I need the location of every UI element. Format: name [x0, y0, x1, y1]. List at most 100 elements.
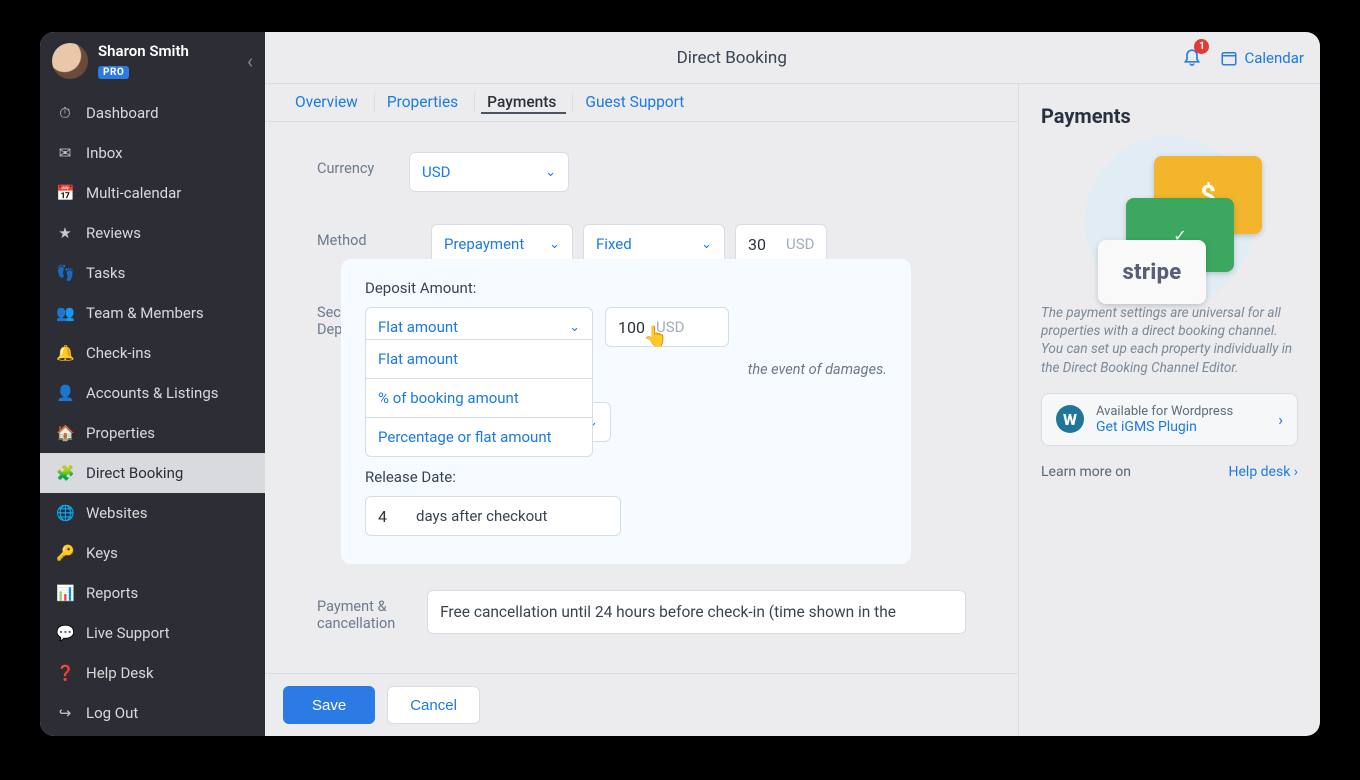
- sidebar-item-label: Keys: [86, 544, 118, 562]
- help-desk-link[interactable]: Help desk ›: [1229, 464, 1298, 480]
- sidebar-item-direct-booking[interactable]: 🧩 Direct Booking: [40, 453, 265, 493]
- wordpress-icon: W: [1056, 405, 1084, 433]
- sidebar-icon: 🔔: [56, 344, 74, 362]
- chevron-down-icon: ⌄: [549, 237, 560, 252]
- form-area: OverviewPropertiesPaymentsGuest Support …: [265, 84, 1018, 736]
- payments-illustration: $ ✓ stripe: [1041, 142, 1298, 292]
- cursor-icon: 👆: [643, 324, 668, 348]
- chevron-down-icon: ⌄: [569, 320, 580, 335]
- sidebar-item-accounts-listings[interactable]: 👤 Accounts & Listings: [40, 373, 265, 413]
- currency-label: Currency: [317, 152, 409, 177]
- sidebar-icon: ⏱: [56, 104, 74, 122]
- app-window: Sharon Smith PRO ‹ ⏱Dashboard✉Inbox📅Mult…: [40, 32, 1320, 736]
- chevron-down-icon: ⌄: [701, 237, 712, 252]
- sidebar-item-label: Accounts & Listings: [86, 384, 219, 402]
- sidebar-item-properties[interactable]: 🏠 Properties: [40, 413, 265, 453]
- sidebar-item-tasks[interactable]: 👣Tasks: [40, 253, 265, 293]
- method-amount-input[interactable]: 30 USD: [735, 224, 827, 264]
- sidebar-icon: 👤: [56, 384, 74, 402]
- sidebar-nav: ⏱Dashboard✉Inbox📅Multi-calendar ★ Reviews 👣…: [40, 93, 265, 733]
- sidebar-icon: 📅: [56, 184, 74, 202]
- method-label: Method: [317, 224, 409, 249]
- sidebar-icon: 💬: [56, 624, 74, 642]
- body-split: OverviewPropertiesPaymentsGuest Support …: [265, 84, 1320, 736]
- sidebar-icon: ✉: [56, 144, 74, 162]
- method-select-mode[interactable]: Fixed⌄: [583, 224, 725, 264]
- sidebar-item-label: Properties: [86, 424, 155, 442]
- method-select-type[interactable]: Prepayment⌄: [431, 224, 573, 264]
- sidebar-item-multi-calendar[interactable]: 📅Multi-calendar: [40, 173, 265, 213]
- deposit-type-dropdown: Flat amount% of booking amountPercentage…: [365, 339, 593, 457]
- sidebar-item-team-members[interactable]: 👥 Team & Members: [40, 293, 265, 333]
- right-panel: Payments $ ✓ stripe The payment settings…: [1018, 84, 1320, 736]
- stripe-card-icon: stripe: [1098, 240, 1206, 304]
- rpanel-desc: The payment settings are universal for a…: [1041, 304, 1298, 377]
- deposit-type-option[interactable]: Flat amount: [366, 340, 592, 378]
- sidebar-item-reports[interactable]: 📊 Reports: [40, 573, 265, 613]
- topbar: Direct Booking 1 Calendar: [265, 32, 1320, 84]
- policy-label: Payment & cancellation: [317, 590, 413, 632]
- release-input[interactable]: 4 days after checkout: [365, 496, 621, 536]
- sidebar-item-dashboard[interactable]: ⏱Dashboard: [40, 93, 265, 133]
- avatar: [52, 43, 88, 79]
- learn-label: Learn more on: [1041, 464, 1131, 480]
- sidebar-icon: ★: [56, 224, 74, 242]
- sidebar-item-live-support[interactable]: 💬 Live Support: [40, 613, 265, 653]
- tabs: OverviewPropertiesPaymentsGuest Support: [265, 84, 1018, 122]
- collapse-sidebar-icon[interactable]: ‹: [247, 49, 253, 73]
- release-label: Release Date:: [365, 468, 887, 486]
- notifications-badge: 1: [1194, 39, 1209, 54]
- sidebar-item-label: Check-ins: [86, 344, 151, 362]
- sidebar-icon: ❓: [56, 664, 74, 682]
- sidebar: Sharon Smith PRO ‹ ⏱Dashboard✉Inbox📅Mult…: [40, 32, 265, 736]
- calendar-link[interactable]: Calendar: [1220, 49, 1304, 67]
- tab-overview[interactable]: Overview: [283, 93, 375, 113]
- sidebar-icon: 🔑: [56, 544, 74, 562]
- deposit-type-option[interactable]: Percentage or flat amount: [366, 417, 592, 456]
- sidebar-item-websites[interactable]: 🌐Websites: [40, 493, 265, 533]
- sidebar-icon: 👥: [56, 304, 74, 322]
- form-scroll: Currency USD ⌄ Method Prepayment⌄: [265, 122, 1018, 736]
- sidebar-item-keys[interactable]: 🔑 Keys: [40, 533, 265, 573]
- sidebar-icon: 🧩: [56, 464, 74, 482]
- policy-row: Payment & cancellation Free cancellation…: [317, 590, 966, 634]
- sidebar-item-label: Direct Booking: [86, 464, 183, 482]
- calendar-label: Calendar: [1244, 49, 1304, 67]
- plugin-availability: Available for Wordpress: [1096, 404, 1266, 419]
- rpanel-title: Payments: [1041, 104, 1298, 128]
- sidebar-item-label: Reviews: [86, 224, 141, 242]
- sidebar-item-label: Log Out: [86, 704, 138, 722]
- notifications-icon[interactable]: 1: [1182, 45, 1202, 71]
- policy-textarea[interactable]: Free cancellation until 24 hours before …: [427, 590, 966, 634]
- sidebar-item-label: Live Support: [86, 624, 170, 642]
- method-row: Method Prepayment⌄ Fixed⌄ 30 USD: [317, 224, 966, 264]
- tab-guest-support[interactable]: Guest Support: [573, 93, 696, 121]
- cancel-button[interactable]: Cancel: [387, 686, 480, 724]
- sidebar-item-help-desk[interactable]: ❓Help Desk: [40, 653, 265, 693]
- footer-actions: Save Cancel: [265, 673, 1018, 736]
- profile-name: Sharon Smith: [98, 42, 189, 60]
- sidebar-icon: 👣: [56, 264, 74, 282]
- sidebar-icon: 📊: [56, 584, 74, 602]
- sidebar-item-label: Reports: [86, 584, 138, 602]
- profile-block[interactable]: Sharon Smith PRO ‹: [40, 32, 265, 89]
- sidebar-icon: 🌐: [56, 504, 74, 522]
- tab-payments[interactable]: Payments: [475, 93, 573, 113]
- sidebar-icon: 🏠: [56, 424, 74, 442]
- sidebar-item-inbox[interactable]: ✉Inbox: [40, 133, 265, 173]
- sidebar-item-check-ins[interactable]: 🔔 Check-ins: [40, 333, 265, 373]
- chevron-right-icon: ›: [1278, 410, 1283, 429]
- sidebar-item-log-out[interactable]: ↪ Log Out: [40, 693, 265, 733]
- main-area: Direct Booking 1 Calendar OverviewProper…: [265, 32, 1320, 736]
- currency-select[interactable]: USD ⌄: [409, 152, 569, 192]
- currency-row: Currency USD ⌄: [317, 152, 966, 192]
- deposit-card: Deposit Amount: Flat amount ⌄ 100 USD: [341, 259, 911, 564]
- tab-properties[interactable]: Properties: [375, 93, 475, 113]
- wordpress-plugin-box[interactable]: W Available for Wordpress Get iGMS Plugi…: [1041, 393, 1298, 446]
- sidebar-icon: ↪: [56, 704, 74, 722]
- sidebar-item-label: Team & Members: [86, 304, 204, 322]
- page-title: Direct Booking: [281, 48, 1182, 68]
- sidebar-item-reviews[interactable]: ★ Reviews: [40, 213, 265, 253]
- save-button[interactable]: Save: [283, 686, 375, 724]
- deposit-type-option[interactable]: % of booking amount: [366, 378, 592, 417]
